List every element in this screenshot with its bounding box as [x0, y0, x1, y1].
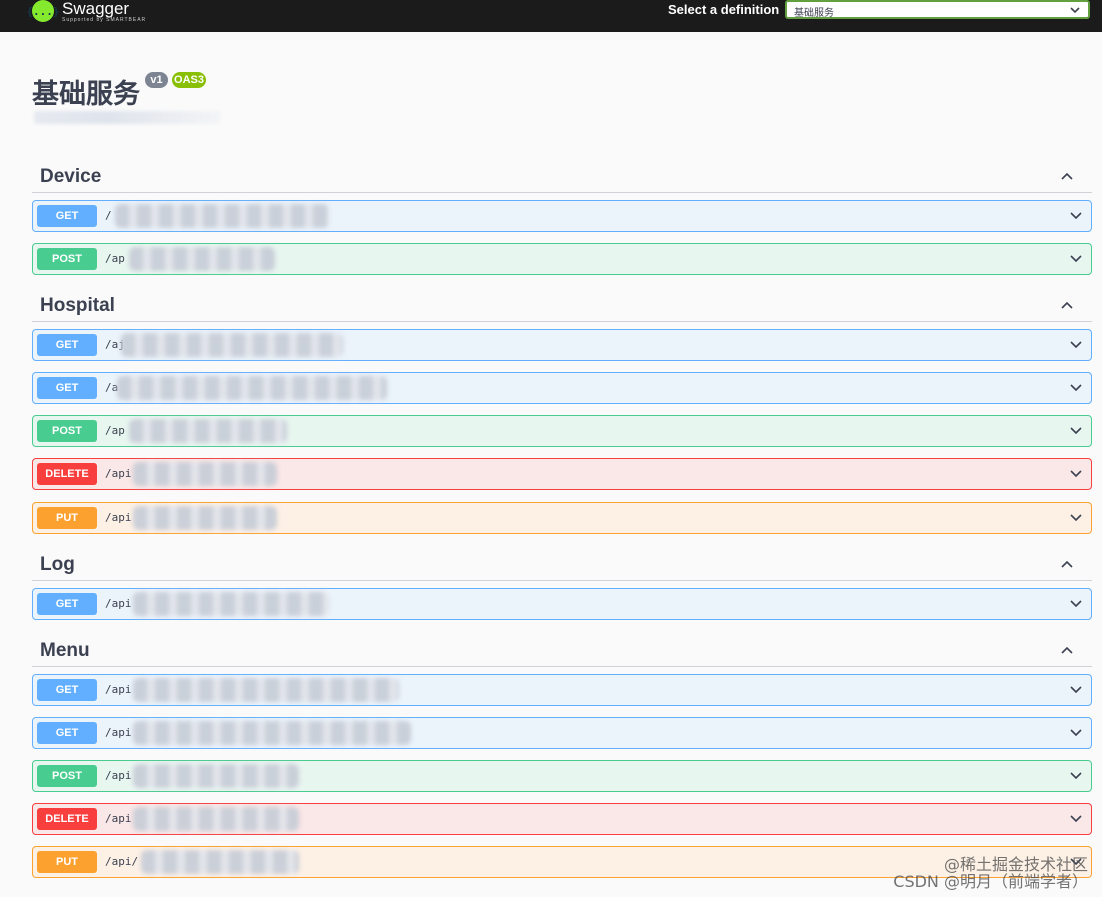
chevron-up-icon[interactable] [1060, 645, 1074, 655]
path-text: /api [105, 726, 132, 739]
method-badge: GET [37, 377, 97, 399]
tag-name: Log [40, 554, 75, 575]
chevron-down-icon[interactable] [1069, 513, 1083, 523]
operation-row[interactable]: GET /a [32, 372, 1092, 404]
method-badge: POST [37, 248, 97, 270]
chevron-up-icon[interactable] [1060, 559, 1074, 569]
method-badge: PUT [37, 851, 97, 873]
method-badge: GET [37, 334, 97, 356]
redacted-path [133, 721, 411, 745]
method-badge: PUT [37, 507, 97, 529]
tag-header-hospital[interactable]: Hospital [32, 295, 1092, 322]
oas-badge: OAS3 [172, 72, 206, 88]
operation-row[interactable]: DELETE /api [32, 803, 1092, 835]
divider [32, 580, 1092, 581]
operation-row[interactable]: POST /ap [32, 415, 1092, 447]
path-text: /api [105, 683, 132, 696]
redacted-path [121, 333, 343, 357]
chevron-down-icon[interactable] [1069, 340, 1083, 350]
redacted-path [117, 376, 387, 400]
tag-header-log[interactable]: Log [32, 554, 1092, 581]
swagger-logo[interactable]: {...} Swagger Supported by SMARTBEAR [26, 0, 147, 26]
tag-header-device[interactable]: Device [32, 166, 1092, 193]
logo-sub: Supported by SMARTBEAR [62, 16, 147, 23]
redacted-path [133, 592, 329, 616]
api-title: 基础服务 [32, 79, 140, 110]
definition-label: Select a definition [668, 2, 780, 17]
chevron-down-icon[interactable] [1069, 383, 1083, 393]
method-badge: POST [37, 765, 97, 787]
operation-row[interactable]: GET / [32, 200, 1092, 232]
definition-select[interactable]: 基础服务 [785, 0, 1090, 19]
operation-row[interactable]: POST /ap [32, 243, 1092, 275]
operation-row[interactable]: GET /api [32, 717, 1092, 749]
chevron-up-icon[interactable] [1060, 171, 1074, 181]
definition-select-value: 基础服务 [794, 8, 834, 19]
tag-name: Menu [40, 640, 90, 661]
method-badge: GET [37, 722, 97, 744]
logo-name: Swagger [62, 0, 130, 18]
chevron-down-icon[interactable] [1069, 814, 1083, 824]
redacted-path [133, 807, 299, 831]
redacted-path [133, 462, 277, 486]
operation-row[interactable]: POST /api [32, 760, 1092, 792]
method-badge: GET [37, 679, 97, 701]
operation-row[interactable]: GET /aj [32, 329, 1092, 361]
divider [32, 321, 1092, 322]
method-badge: DELETE [37, 808, 97, 830]
chevron-down-icon [1070, 7, 1080, 14]
operation-row[interactable]: DELETE /api [32, 458, 1092, 490]
chevron-down-icon[interactable] [1069, 211, 1083, 221]
path-text: /ap [105, 252, 125, 265]
chevron-down-icon[interactable] [1069, 685, 1083, 695]
version-badge: v1 [145, 72, 168, 88]
chevron-down-icon[interactable] [1069, 426, 1083, 436]
path-text: / [105, 209, 112, 222]
chevron-down-icon[interactable] [1069, 599, 1083, 609]
operation-row[interactable]: GET /api [32, 674, 1092, 706]
method-badge: DELETE [37, 463, 97, 485]
tag-name: Hospital [40, 295, 115, 316]
redacted-path [133, 764, 299, 788]
redacted-path [129, 247, 275, 271]
redacted-path [141, 850, 299, 874]
path-text: /api [105, 597, 132, 610]
redacted-path [133, 506, 277, 530]
blurred-url [34, 111, 220, 124]
chevron-down-icon[interactable] [1069, 469, 1083, 479]
path-text: /api [105, 511, 132, 524]
chevron-down-icon[interactable] [1069, 254, 1083, 264]
divider [32, 666, 1092, 667]
path-text: /api [105, 467, 132, 480]
method-badge: POST [37, 420, 97, 442]
topbar: {...} Swagger Supported by SMARTBEAR Sel… [0, 0, 1102, 32]
chevron-up-icon[interactable] [1060, 300, 1074, 310]
path-text: /api [105, 769, 132, 782]
path-text: /api/ [105, 855, 139, 868]
tag-header-menu[interactable]: Menu [32, 640, 1092, 667]
divider [32, 192, 1092, 193]
tag-name: Device [40, 166, 102, 187]
operation-row[interactable]: PUT /api [32, 502, 1092, 534]
path-text: /ap [105, 424, 125, 437]
redacted-path [115, 204, 329, 228]
chevron-down-icon[interactable] [1069, 771, 1083, 781]
redacted-path [133, 678, 399, 702]
method-badge: GET [37, 593, 97, 615]
chevron-down-icon[interactable] [1069, 728, 1083, 738]
redacted-path [129, 419, 287, 443]
operation-row[interactable]: GET /api [32, 588, 1092, 620]
method-badge: GET [37, 205, 97, 227]
swagger-logo-icon: {...} [26, 0, 60, 22]
watermark-csdn: CSDN @明月（前端学者） [893, 872, 1088, 891]
path-text: /api [105, 812, 132, 825]
